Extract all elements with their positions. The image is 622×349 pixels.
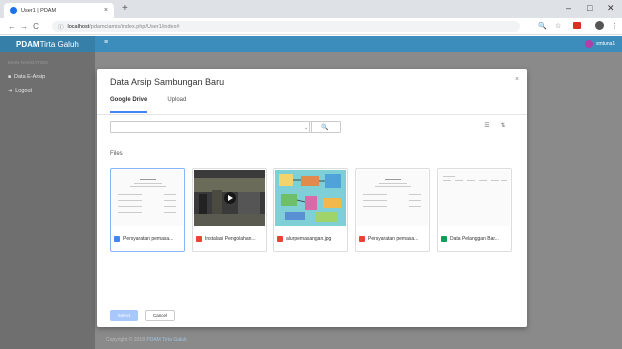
sidebar-item-data-e-arsip[interactable]: ■ Data E-Arsip [0,70,95,84]
picker-tabs: Google Drive Upload [110,97,206,113]
video-file-icon [196,236,202,242]
maximize-icon[interactable]: □ [587,2,592,14]
tabs-divider [97,114,527,115]
modal-title: Data Arsip Sambungan Baru [110,77,225,87]
extension-icon[interactable] [573,22,581,29]
image-thumbnail-art [275,170,346,226]
file-card[interactable]: alurpemasangan.jpg [273,168,348,252]
chevron-down-icon[interactable]: ⌄ [304,125,308,131]
sidebar-item-label: Logout [15,88,33,94]
file-name: Data Pelanggan Bar... [450,236,499,242]
address-bar[interactable]: ⓘ localhost /pdamciamis/index.php/User1/… [52,21,520,32]
pdf-thumbnail [357,170,428,226]
reload-icon[interactable]: C [30,22,42,31]
new-tab-button[interactable]: + [122,3,128,15]
search-icon: 🔍 [321,124,329,131]
sidebar-heading: MAIN NAVIGATION [8,60,48,65]
tab-close-icon[interactable]: × [104,7,108,14]
modal-close-icon[interactable]: × [515,76,519,83]
drive-search-input[interactable]: ⌄ [110,121,312,133]
video-thumbnail [194,170,265,226]
app-header: PDAM Tirta Galuh ≡ smtuna1 [0,36,622,52]
brand-logo[interactable]: PDAM Tirta Galuh [0,36,95,52]
tab-title: User1 | PDAM [21,7,57,14]
forward-icon[interactable]: → [18,22,30,31]
search-button[interactable]: 🔍 [309,121,341,133]
hamburger-menu-icon[interactable]: ≡ [104,39,108,46]
site-info-icon[interactable]: ⓘ [58,23,64,31]
browser-tabbar: User1 | PDAM × + – □ ✕ [0,0,622,18]
bookmark-star-icon[interactable]: ☆ [555,22,561,31]
logout-icon: ⇥ [8,88,13,94]
file-name: Persyaratan pemasa... [368,236,419,242]
file-footer: Persyaratan pemasa... [356,227,429,251]
sidebar-item-logout[interactable]: ⇥ Logout [0,84,95,98]
file-footer: Data Pelanggan Bar... [438,227,511,251]
file-name: Persyaratan pemasa... [123,236,174,242]
video-thumbnail-art [194,170,265,226]
file-card[interactable]: Persyaratan pemasa... [355,168,430,252]
zoom-icon[interactable]: 🔍 [538,22,547,31]
cancel-button[interactable]: Cancel [145,310,175,321]
browser-tab[interactable]: User1 | PDAM × [4,3,114,18]
user-name[interactable]: smtuna1 [596,41,615,47]
file-footer: alurpemasangan.jpg [274,227,347,251]
browser-toolbar: ← → C ⓘ localhost /pdamciamis/index.php/… [0,18,622,35]
browser-profile-icon[interactable] [595,21,604,30]
window-close-icon[interactable]: ✕ [607,2,615,14]
back-icon[interactable]: ← [6,22,18,31]
image-file-icon [277,236,283,242]
list-view-icon[interactable]: ☰ [481,122,493,133]
file-name: alurpemasangan.jpg [286,236,332,242]
file-footer: Persyaratan pemasa... [111,227,184,251]
favicon-icon [10,7,17,14]
file-card[interactable]: Persyaratan pemasa... [110,168,185,252]
tab-google-drive[interactable]: Google Drive [110,97,148,113]
image-thumbnail [275,170,346,226]
tab-upload[interactable]: Upload [167,97,186,113]
minimize-icon[interactable]: – [566,2,571,14]
footer-prefix: Copyright © 2018 [106,337,147,343]
url-path: /pdamciamis/index.php/User1/index# [89,23,180,30]
file-card[interactable]: Instalasi Pengolahan... [192,168,267,252]
sidebar: MAIN NAVIGATION ■ Data E-Arsip ⇥ Logout [0,52,95,349]
pdf-file-icon [359,236,365,242]
files-section-label: Files [110,151,123,157]
google-docs-icon [114,236,120,242]
brand-rest: Tirta Galuh [39,39,79,49]
url-host: localhost [67,23,90,30]
brand-bold: PDAM [16,39,40,49]
folder-icon: ■ [8,74,12,80]
file-name: Instalasi Pengolahan... [205,236,256,242]
browser-menu-icon[interactable]: ⋮ [611,22,618,31]
file-picker-modal: Data Arsip Sambungan Baru × Google Drive… [97,69,527,327]
footer: Copyright © 2018 PDAM Tirta Galuh [106,337,187,343]
document-thumbnail [112,170,183,226]
file-footer: Instalasi Pengolahan... [193,227,266,251]
footer-link[interactable]: PDAM Tirta Galuh [146,337,186,343]
user-avatar[interactable] [585,40,593,48]
spreadsheet-thumbnail [439,170,510,226]
select-button[interactable]: Select [110,310,138,321]
file-card[interactable]: Data Pelanggan Bar... [437,168,512,252]
sort-icon[interactable]: ⇅ [497,122,509,133]
google-sheets-icon [441,236,447,242]
sidebar-item-label: Data E-Arsip [14,74,46,80]
